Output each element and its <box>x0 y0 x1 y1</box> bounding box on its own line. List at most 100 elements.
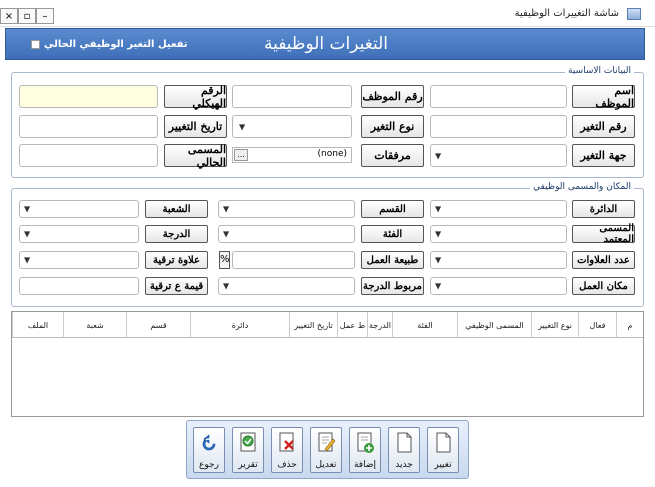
chevron-down-icon: ▼ <box>24 204 31 214</box>
add-button[interactable]: إضافة <box>349 427 381 473</box>
promotion-allowance-label: علاوة ترقية <box>145 251 208 269</box>
change-button-label: تغيير <box>434 460 452 470</box>
grade-link-label: مربوط الدرجة <box>361 277 424 295</box>
section-label: القسم <box>361 200 424 218</box>
promotion-allowance-dropdown[interactable]: ▼ <box>19 251 139 269</box>
allowances-count-dropdown[interactable]: ▼ <box>430 251 567 269</box>
approved-title-dropdown[interactable]: ▼ <box>430 225 567 243</box>
window-title: شاشة التغييرات الوظيفية <box>514 8 619 19</box>
edit-button[interactable]: تعديل <box>310 427 342 473</box>
employee-no-field[interactable] <box>232 85 352 108</box>
promotion-value-label: قيمة ع ترقية <box>145 277 208 295</box>
department-dropdown[interactable]: ▼ <box>430 200 567 218</box>
change-authority-dropdown[interactable]: ▼ <box>430 144 567 167</box>
action-toolbar: رجوع تقرير حذف تعديل إضافة جديد تغيير <box>186 420 469 479</box>
browse-button[interactable]: ... <box>234 149 248 161</box>
window-controls: × ▫ – <box>0 8 54 24</box>
column-header[interactable]: م <box>616 312 643 338</box>
place-and-title-group-title: المكان والمسمى الوظيفي <box>530 182 634 192</box>
app-icon <box>627 8 641 20</box>
page-header: التغيرات الوظيفية تفعيل التغير الوظيفي ا… <box>5 28 645 60</box>
back-button-label: رجوع <box>199 460 219 470</box>
employee-no-label: رقم الموظف <box>361 85 424 108</box>
column-header[interactable]: الملف <box>12 312 63 338</box>
undo-arrow-icon <box>202 434 216 451</box>
title-bar: × ▫ – شاشة التغييرات الوظيفية <box>0 0 655 27</box>
edit-button-label: تعديل <box>315 460 337 470</box>
current-title-field[interactable] <box>19 144 158 167</box>
column-header[interactable]: ط عمل <box>337 312 367 338</box>
current-title-label: المسمى الحالي <box>164 143 227 169</box>
attachments-field[interactable]: ... (none) <box>232 147 352 163</box>
chevron-down-icon: ▼ <box>24 229 31 239</box>
back-button[interactable]: رجوع <box>193 427 225 473</box>
category-dropdown[interactable]: ▼ <box>218 225 355 243</box>
change-date-field[interactable] <box>19 115 158 138</box>
column-header[interactable]: فعال <box>578 312 616 338</box>
change-date-label: تاريخ التغيير <box>164 115 227 138</box>
report-button[interactable]: تقرير <box>232 427 264 473</box>
grid-header: م فعال نوع التغيير المسمى الوظيفي الفئة … <box>12 312 643 338</box>
approved-title-label: المسمى المعتمد <box>572 223 635 245</box>
grade-dropdown[interactable]: ▼ <box>19 225 139 243</box>
report-button-label: تقرير <box>238 460 258 470</box>
chevron-down-icon: ▼ <box>435 255 442 265</box>
column-header[interactable]: نوع التغيير <box>531 312 578 338</box>
column-header[interactable]: دائرة <box>190 312 289 338</box>
change-no-label: رقم التغير <box>572 115 635 138</box>
column-header[interactable]: تاريخ التغيير <box>289 312 337 338</box>
promotion-value-field[interactable] <box>19 277 139 295</box>
maximize-button[interactable]: ▫ <box>18 8 36 24</box>
change-authority-label: جهة التغير <box>572 144 635 167</box>
delete-button[interactable]: حذف <box>271 427 303 473</box>
minimize-button[interactable]: – <box>36 8 54 24</box>
new-button[interactable]: جديد <box>388 427 420 473</box>
work-nature-field[interactable] <box>232 251 355 269</box>
basic-data-group-title: البيانات الاساسية <box>565 66 634 76</box>
close-button[interactable]: × <box>0 8 18 24</box>
chevron-down-icon: ▼ <box>435 151 442 160</box>
edit-icon <box>318 432 336 452</box>
activate-current-change-checkbox[interactable]: تفعيل التغير الوظيفي الحالي <box>31 39 188 50</box>
workplace-label: مكان العمل <box>572 277 635 295</box>
checkbox-box[interactable] <box>31 40 40 49</box>
allowances-count-label: عدد العلاوات <box>572 251 635 269</box>
attachments-value: (none) <box>317 149 347 159</box>
employee-name-field[interactable] <box>430 85 567 108</box>
grade-label: الدرجة <box>145 225 208 243</box>
chevron-down-icon: ▼ <box>435 204 442 214</box>
workplace-dropdown[interactable]: ▼ <box>430 277 567 295</box>
chevron-down-icon: ▼ <box>24 255 31 265</box>
change-type-label: نوع التغير <box>361 115 424 138</box>
section-dropdown[interactable]: ▼ <box>218 200 355 218</box>
column-header[interactable]: قسم <box>126 312 190 338</box>
department-label: الدائرة <box>572 200 635 218</box>
grade-link-dropdown[interactable]: ▼ <box>218 277 355 295</box>
change-no-field[interactable] <box>430 115 567 138</box>
checkbox-label: تفعيل التغير الوظيفي الحالي <box>44 39 188 50</box>
category-label: الفئة <box>361 225 424 243</box>
chevron-down-icon: ▼ <box>435 229 442 239</box>
percent-sign: % <box>219 251 230 269</box>
add-button-label: إضافة <box>353 460 376 470</box>
structural-no-field[interactable] <box>19 85 158 108</box>
employee-name-label: اسم الموظف <box>572 84 635 110</box>
chevron-down-icon: ▼ <box>223 281 230 291</box>
new-button-label: جديد <box>395 460 413 470</box>
report-icon <box>240 432 256 452</box>
division-label: الشعبة <box>145 200 208 218</box>
chevron-down-icon: ▼ <box>223 229 230 239</box>
column-header[interactable]: الدرجة <box>367 312 392 338</box>
structural-no-label: الرقم الهيكلي <box>164 84 227 110</box>
column-header[interactable]: شعبة <box>63 312 126 338</box>
change-button[interactable]: تغيير <box>427 427 459 473</box>
chevron-down-icon: ▼ <box>239 122 246 131</box>
chevron-down-icon: ▼ <box>435 281 442 291</box>
delete-icon <box>279 432 294 452</box>
add-icon <box>357 432 374 453</box>
column-header[interactable]: المسمى الوظيفي <box>457 312 531 338</box>
changes-grid[interactable]: م فعال نوع التغيير المسمى الوظيفي الفئة … <box>11 311 644 417</box>
column-header[interactable]: الفئة <box>392 312 457 338</box>
division-dropdown[interactable]: ▼ <box>19 200 139 218</box>
change-type-dropdown[interactable]: ▼ <box>232 115 352 138</box>
